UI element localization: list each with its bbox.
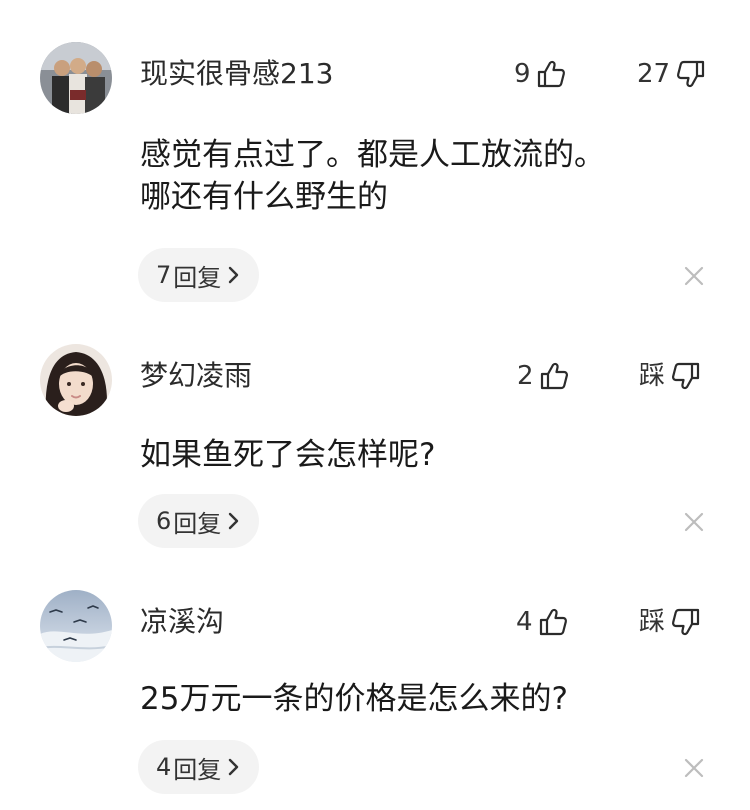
reply-count: 6 [156,507,172,535]
like-button[interactable]: 9 [514,56,567,92]
thumbs-up-icon [537,60,565,88]
like-button[interactable]: 4 [516,604,569,640]
comment-text-line: 哪还有什么野生的 [140,179,388,215]
reply-count: 4 [156,753,172,781]
avatar[interactable] [40,344,112,416]
dislike-label: 踩 [639,361,666,391]
reply-count: 7 [156,261,172,289]
dismiss-button[interactable] [682,510,706,534]
like-count: 2 [517,361,534,391]
dislike-button[interactable]: 27 [637,56,708,92]
dislike-button[interactable]: 踩 [639,358,703,394]
dislike-label: 踩 [639,607,666,637]
comment-text-line: 25万元一条的价格是怎么来的? [140,681,568,717]
comment-text: 25万元一条的价格是怎么来的? [140,678,720,720]
like-count: 9 [514,59,531,89]
close-icon [684,512,704,532]
chevron-right-icon [229,266,239,284]
chevron-right-icon [229,758,239,776]
reply-label: 回复 [173,509,222,538]
thumbs-down-icon [672,362,700,390]
chevron-right-icon [229,512,239,530]
like-button[interactable]: 2 [517,358,570,394]
username[interactable]: 梦幻凌雨 [140,358,252,394]
avatar[interactable] [40,590,112,662]
comment-item: 梦幻凌雨 2 踩 如果鱼死了会怎样呢? 6 回复 [0,310,750,560]
thumbs-down-icon [672,608,700,636]
dismiss-button[interactable] [682,264,706,288]
thumbs-up-icon [539,608,567,636]
comment-item: 凉溪沟 4 踩 25万元一条的价格是怎么来的? 4 回复 [0,560,750,810]
thumbs-down-icon [677,60,705,88]
comment-text-line: 如果鱼死了会怎样呢? [140,437,436,473]
like-count: 4 [516,607,533,637]
close-icon [684,266,704,286]
dislike-button[interactable]: 踩 [639,604,703,640]
comment-text-line: 感觉有点过了。都是人工放流的。 [140,137,605,173]
avatar[interactable] [40,42,112,114]
thumbs-up-icon [540,362,568,390]
username[interactable]: 现实很骨感213 [140,56,333,92]
comment-text: 感觉有点过了。都是人工放流的。 哪还有什么野生的 [140,134,720,218]
dismiss-button[interactable] [682,756,706,780]
view-replies-button[interactable]: 4 回复 [138,740,260,794]
reply-label: 回复 [173,263,222,292]
comment-text: 如果鱼死了会怎样呢? [140,434,720,476]
dislike-label: 27 [637,59,671,89]
comment-item: 现实很骨感213 9 27 感觉有点过了。都是人工放流的。 哪还有什么野生的 7… [0,0,750,310]
close-icon [684,758,704,778]
username[interactable]: 凉溪沟 [140,604,224,640]
reply-label: 回复 [173,755,222,784]
view-replies-button[interactable]: 7 回复 [138,248,260,302]
view-replies-button[interactable]: 6 回复 [138,494,260,548]
